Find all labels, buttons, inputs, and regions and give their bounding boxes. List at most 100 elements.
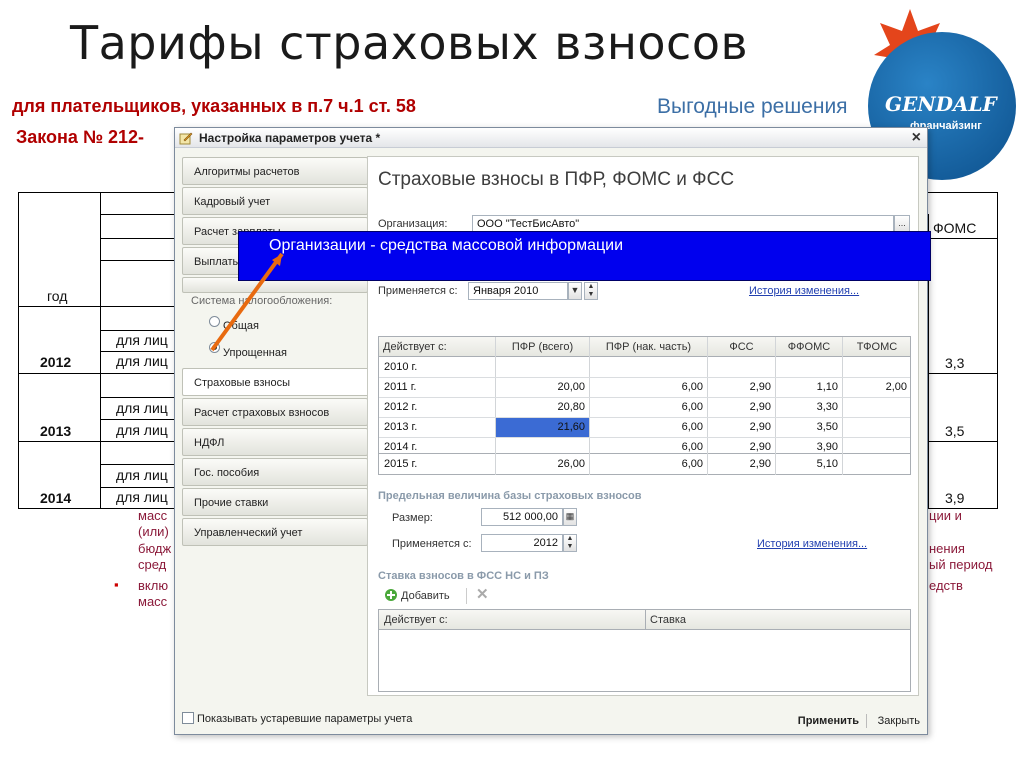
grid-cell[interactable]: 2012 г. <box>384 401 417 413</box>
nav-item-other-rates[interactable]: Прочие ставки <box>182 488 368 516</box>
tagline-line1: Выгодные решения <box>657 95 848 118</box>
dialog-titlebar[interactable]: Настройка параметров учета * × <box>175 128 927 148</box>
add-button[interactable]: Добавить <box>401 590 450 602</box>
grid-cell[interactable]: 2,90 <box>708 401 771 413</box>
add-icon[interactable] <box>384 588 398 602</box>
nav-item-hr[interactable]: Кадровый учет <box>182 187 368 215</box>
grid-cell[interactable]: 6,00 <box>590 401 703 413</box>
grid-cell[interactable]: 21,60 <box>496 421 585 433</box>
slide: Тарифы страховых взносов для плательщико… <box>0 0 1024 768</box>
bg-value: 3,3 <box>945 355 965 371</box>
settings-edit-icon <box>179 132 193 145</box>
grid-cell[interactable]: 5,10 <box>776 458 838 470</box>
nav-item-insurance-calc[interactable]: Расчет страховых взносов <box>182 398 368 426</box>
calculator-icon[interactable]: ▦ <box>563 508 577 526</box>
nav-item-insurance[interactable]: Страховые взносы <box>182 368 370 396</box>
grid-cell[interactable]: 2,90 <box>708 381 771 393</box>
fss-grid: Действует с: Ставка <box>378 609 911 692</box>
settings-dialog: Настройка параметров учета * × Алгоритмы… <box>174 127 928 735</box>
fss-section-title: Ставка взносов в ФСС НС и ПЗ <box>378 570 549 582</box>
grid-cell-selected[interactable]: 23,20 <box>496 441 585 453</box>
base-history-link[interactable]: История изменения... <box>757 538 867 550</box>
logo-text: GENDALF <box>885 92 997 116</box>
bg-fragment: вклю <box>138 578 169 593</box>
history-link[interactable]: История изменения... <box>749 285 859 297</box>
grid-cell[interactable]: 1,10 <box>776 381 838 393</box>
chevron-down-icon[interactable]: ▼ <box>568 282 582 300</box>
grid-cell[interactable]: 6,00 <box>590 381 703 393</box>
bg-year: 2012 <box>40 354 72 370</box>
bg-fragment: (или) <box>138 524 169 539</box>
delete-icon[interactable]: ✕ <box>476 585 489 603</box>
slide-subtitle-line2: Закона № 212- <box>16 127 145 147</box>
grid-col-pfr-acc[interactable]: ПФР (нак. часть) <box>590 341 707 353</box>
bg-year: 2014 <box>40 490 72 506</box>
grid-cell[interactable]: 2,90 <box>708 458 771 470</box>
dialog-footer: Показывать устаревшие параметры учета Пр… <box>175 706 927 736</box>
bg-year-header: год <box>47 288 68 304</box>
close-icon[interactable]: × <box>912 129 921 147</box>
bg-value: 3,9 <box>945 490 965 506</box>
grid-cell[interactable]: 20,80 <box>496 401 585 413</box>
base-applies-label: Применяется с: <box>392 538 472 550</box>
grid-cell[interactable]: 2014 г. <box>384 441 417 453</box>
size-label: Размер: <box>392 512 433 524</box>
size-field[interactable]: 512 000,00 <box>481 508 563 526</box>
nav-item-ndfl[interactable]: НДФЛ <box>182 428 368 456</box>
grid-cell[interactable]: 6,00 <box>590 458 703 470</box>
rates-grid: Действует с: ПФР (всего) ПФР (нак. часть… <box>378 336 911 455</box>
base-section-title: Предельная величина базы страховых взнос… <box>378 490 642 502</box>
grid-cell[interactable]: 20,00 <box>496 381 585 393</box>
bg-fragment: ции и <box>929 508 962 523</box>
show-obsolete-checkbox[interactable] <box>182 712 194 724</box>
bg-row-label: для лиц <box>116 422 168 438</box>
spinner-icon[interactable]: ▲ ▼ <box>584 282 598 300</box>
org-label: Организация: <box>378 218 448 230</box>
grid-col-fss[interactable]: ФСС <box>708 341 775 353</box>
bg-year: 2013 <box>40 423 72 439</box>
callout-banner: Организации - средства массовой информац… <box>238 231 931 281</box>
grid-cell[interactable]: 3,50 <box>776 421 838 433</box>
bg-fragment: едств <box>929 578 963 593</box>
applies-field[interactable]: Января 2010 <box>468 282 568 300</box>
fss-col-rate[interactable]: Ставка <box>650 614 686 626</box>
grid-cell[interactable]: 3,90 <box>776 441 838 453</box>
grid-col-pfr-total[interactable]: ПФР (всего) <box>496 341 589 353</box>
grid-cell[interactable]: 2,90 <box>708 421 771 433</box>
grid-cell[interactable]: 6,00 <box>590 441 703 453</box>
grid-cell[interactable]: 2010 г. <box>384 361 417 373</box>
grid-cell[interactable]: 26,00 <box>496 458 585 470</box>
bg-value: 3,5 <box>945 423 965 439</box>
grid-cell[interactable]: 2,90 <box>708 441 771 453</box>
bg-row-label: для лиц <box>116 332 168 348</box>
fss-col-from[interactable]: Действует с: <box>384 614 448 626</box>
grid-cell[interactable]: 2013 г. <box>384 421 417 433</box>
rates-grid-last-row: 2015 г. 26,00 6,00 2,90 5,10 <box>378 454 911 475</box>
applies-label: Применяется с: <box>378 285 458 297</box>
bg-fragment: масс <box>138 594 168 609</box>
slide-title: Тарифы страховых взносов <box>70 16 749 70</box>
bg-fragment: сред <box>138 557 167 572</box>
close-button[interactable]: Закрыть <box>878 715 920 727</box>
spinner-icon[interactable]: ▲ ▼ <box>563 534 577 552</box>
nav-item-management[interactable]: Управленческий учет <box>182 518 368 546</box>
bg-row-label: для лиц <box>116 489 168 505</box>
grid-col-from[interactable]: Действует с: <box>383 341 493 353</box>
apply-button[interactable]: Применить <box>798 715 859 727</box>
dialog-title: Настройка параметров учета * <box>199 131 381 145</box>
nav-item-benefits[interactable]: Гос. пособия <box>182 458 368 486</box>
bg-fragment: ый период <box>929 557 993 572</box>
grid-cell[interactable]: 2015 г. <box>384 458 417 470</box>
grid-cell[interactable]: 2011 г. <box>384 381 416 393</box>
bg-row-label: для лиц <box>116 467 168 483</box>
grid-cell[interactable]: 6,00 <box>590 421 703 433</box>
grid-cell[interactable]: 2,00 <box>843 381 907 393</box>
grid-col-tfoms[interactable]: ТФОМС <box>843 341 911 353</box>
base-applies-field[interactable]: 2012 <box>481 534 563 552</box>
panel-title: Страховые взносы в ПФР, ФОМС и ФСС <box>378 169 735 190</box>
grid-col-ffoms[interactable]: ФФОМС <box>776 341 842 353</box>
grid-cell[interactable]: 3,30 <box>776 401 838 413</box>
nav-item-algorithms[interactable]: Алгоритмы расчетов <box>182 157 368 185</box>
bg-row-label: для лиц <box>116 400 168 416</box>
bg-fomc-header: ФОМС <box>933 220 977 236</box>
